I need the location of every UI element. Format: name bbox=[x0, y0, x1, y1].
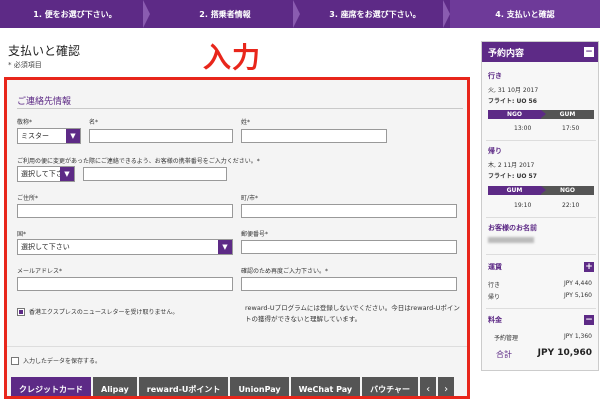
step-4: 4. 支払いと確認 bbox=[443, 0, 600, 28]
chevron-down-icon: ▼ bbox=[218, 240, 232, 254]
passenger-label: お客様のお名前 bbox=[488, 224, 537, 232]
country-select[interactable]: 選択して下さい ▼ bbox=[17, 239, 233, 255]
fare-label: 運賃 bbox=[488, 263, 502, 271]
outbound-destination: GUM bbox=[541, 110, 594, 119]
total-label: 合計 bbox=[496, 350, 512, 359]
summary-divider bbox=[486, 217, 596, 218]
outbound-flight: フライト: UO 56 bbox=[488, 98, 537, 105]
country-select-value: 選択して下さい bbox=[21, 243, 70, 251]
phone-input[interactable] bbox=[83, 167, 227, 181]
reward-note: reward-Uプログラムには登録しないでください。今日はreward-Uポイン… bbox=[245, 304, 460, 323]
return-departure-time: 19:10 bbox=[514, 202, 532, 209]
collapse-icon[interactable]: − bbox=[584, 47, 594, 57]
return-origin: GUM bbox=[488, 186, 546, 195]
outbound-route: NGO GUM bbox=[488, 110, 594, 119]
address-label: ご住所* bbox=[17, 195, 39, 202]
fare-outbound-label: 行き bbox=[488, 282, 501, 289]
section-title: ご連絡先情報 bbox=[17, 97, 72, 107]
progress-steps: 1. 便をお選び下さい。 2. 搭乗者情報 3. 座席をお選び下さい。 4. 支… bbox=[0, 0, 600, 28]
required-note: * 必須項目 bbox=[8, 61, 42, 69]
address-input[interactable] bbox=[17, 204, 233, 218]
newsletter-checkbox[interactable] bbox=[17, 307, 25, 316]
postal-label: 郵便番号* bbox=[241, 231, 269, 238]
outbound-label: 行き bbox=[488, 72, 502, 80]
summary-divider bbox=[486, 140, 596, 141]
return-arrival-time: 22:10 bbox=[562, 202, 580, 209]
newsletter-label: 香港エクスプレスのニュースレターを受け取りません。 bbox=[29, 309, 179, 316]
save-data-label: 入力したデータを保存する。 bbox=[23, 358, 102, 365]
summary-divider bbox=[486, 308, 596, 309]
collapse-icon[interactable]: − bbox=[584, 315, 594, 325]
section-divider bbox=[17, 108, 463, 109]
chevron-down-icon: ▼ bbox=[66, 129, 80, 143]
page-title: 支払いと確認 bbox=[8, 44, 81, 58]
newsletter-option[interactable]: 香港エクスプレスのニュースレターを受け取りません。 bbox=[17, 307, 178, 316]
tab-credit-card[interactable]: クレジットカード bbox=[11, 377, 91, 396]
title-label: 敬称* bbox=[17, 119, 33, 126]
form-divider bbox=[7, 346, 467, 347]
city-input[interactable] bbox=[241, 204, 457, 218]
tab-wechat-pay[interactable]: WeChat Pay bbox=[290, 377, 361, 396]
fare-outbound-value: JPY 4,440 bbox=[563, 280, 592, 287]
contact-form: ご連絡先情報 敬称* ミスター ▼ 名* 姓* ご利用の便に変更があった際にご連… bbox=[13, 86, 463, 346]
contact-form-panel: ご連絡先情報 敬称* ミスター ▼ 名* 姓* ご利用の便に変更があった際にご連… bbox=[4, 77, 470, 399]
fare-header: 運賃 + bbox=[482, 260, 598, 274]
title-select[interactable]: ミスター ▼ bbox=[17, 128, 81, 144]
fees-label: 料金 bbox=[488, 316, 502, 324]
last-name-label: 姓* bbox=[241, 119, 251, 126]
fee-mgmt-value: JPY 1,360 bbox=[563, 333, 592, 340]
return-flight: フライト: UO 57 bbox=[488, 173, 537, 180]
first-name-label: 名* bbox=[89, 119, 99, 126]
outbound-origin: NGO bbox=[488, 110, 546, 119]
country-label: 国* bbox=[17, 231, 27, 238]
payment-method-tabs: クレジットカード Alipay reward-Uポイント UnionPay We… bbox=[11, 377, 455, 396]
tab-unionpay[interactable]: UnionPay bbox=[230, 377, 289, 396]
summary-title: 予約内容 bbox=[488, 48, 525, 59]
last-name-input[interactable] bbox=[241, 129, 387, 143]
chevron-left-icon[interactable]: ‹ bbox=[420, 377, 437, 396]
fees-header: 料金 − bbox=[482, 313, 598, 327]
fare-return-label: 帰り bbox=[488, 294, 501, 301]
return-route: GUM NGO bbox=[488, 186, 594, 195]
fare-return-value: JPY 5,160 bbox=[563, 292, 592, 299]
email-input[interactable] bbox=[17, 277, 233, 291]
postal-input[interactable] bbox=[241, 240, 457, 254]
email-label: メールアドレス* bbox=[17, 268, 63, 275]
summary-header: 予約内容 − bbox=[482, 42, 598, 62]
chevron-right-icon[interactable]: › bbox=[438, 377, 455, 396]
phone-country-value: 選択して下さ bbox=[21, 170, 63, 178]
outbound-departure-time: 13:00 bbox=[514, 125, 532, 132]
total-value: JPY 10,960 bbox=[537, 348, 592, 358]
summary-divider bbox=[486, 254, 596, 255]
step-2: 2. 搭乗者情報 bbox=[143, 0, 300, 28]
tab-reward-u[interactable]: reward-Uポイント bbox=[138, 377, 229, 396]
city-label: 町/市* bbox=[241, 195, 259, 202]
input-annotation-label: 入力 bbox=[203, 41, 262, 74]
step-1: 1. 便をお選び下さい。 bbox=[33, 9, 117, 19]
fee-mgmt-label: 予約管理 bbox=[494, 335, 519, 342]
first-name-input[interactable] bbox=[89, 129, 233, 143]
outbound-date: 火, 31 10月 2017 bbox=[488, 87, 539, 94]
save-data-checkbox[interactable] bbox=[11, 356, 19, 365]
email-confirm-input[interactable] bbox=[241, 277, 457, 291]
return-label: 帰り bbox=[488, 147, 502, 155]
save-data-option[interactable]: 入力したデータを保存する。 bbox=[11, 356, 101, 365]
email-confirm-label: 確認のため再度ご入力下さい。* bbox=[241, 268, 329, 275]
expand-icon[interactable]: + bbox=[584, 262, 594, 272]
return-date: 木, 2 11月 2017 bbox=[488, 162, 535, 169]
outbound-arrival-time: 17:50 bbox=[562, 125, 580, 132]
tab-alipay[interactable]: Alipay bbox=[93, 377, 137, 396]
return-destination: NGO bbox=[541, 186, 594, 195]
step-3: 3. 座席をお選び下さい。 bbox=[293, 0, 450, 28]
chevron-down-icon: ▼ bbox=[60, 167, 74, 181]
phone-label: ご利用の便に変更があった際にご連絡できるよう、お客様の携帯番号をご入力ください。… bbox=[17, 158, 260, 165]
booking-summary: 予約内容 − 行き 火, 31 10月 2017 フライト: UO 56 NGO… bbox=[481, 41, 599, 371]
title-select-value: ミスター bbox=[21, 132, 49, 140]
tab-voucher[interactable]: バウチャー bbox=[362, 377, 419, 396]
phone-country-select[interactable]: 選択して下さ ▼ bbox=[17, 166, 75, 182]
passenger-name-redacted bbox=[488, 237, 534, 243]
